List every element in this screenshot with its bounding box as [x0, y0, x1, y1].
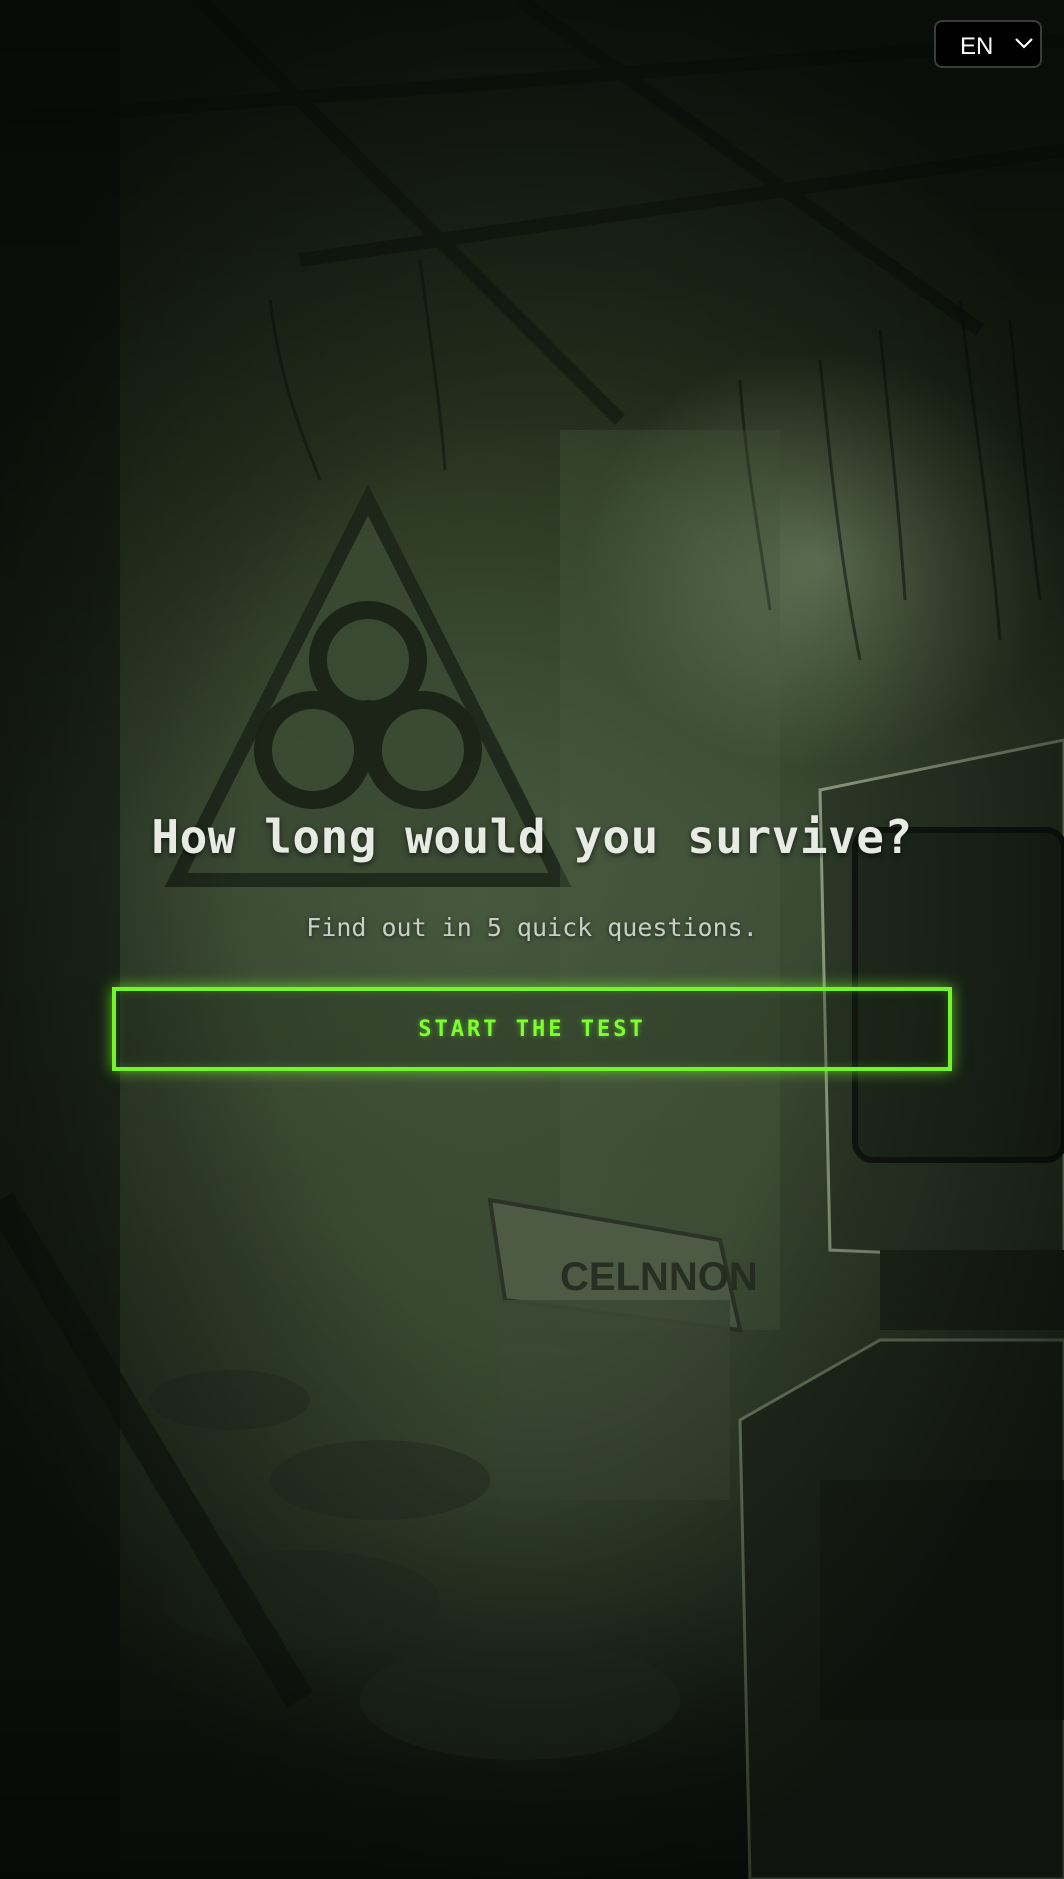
hero-section: How long would you survive? Find out in … — [0, 0, 1064, 1879]
start-test-button[interactable]: START THE TEST — [112, 987, 952, 1071]
hero-title: How long would you survive? — [151, 810, 913, 864]
hero-subtitle: Find out in 5 quick questions. — [306, 913, 758, 942]
